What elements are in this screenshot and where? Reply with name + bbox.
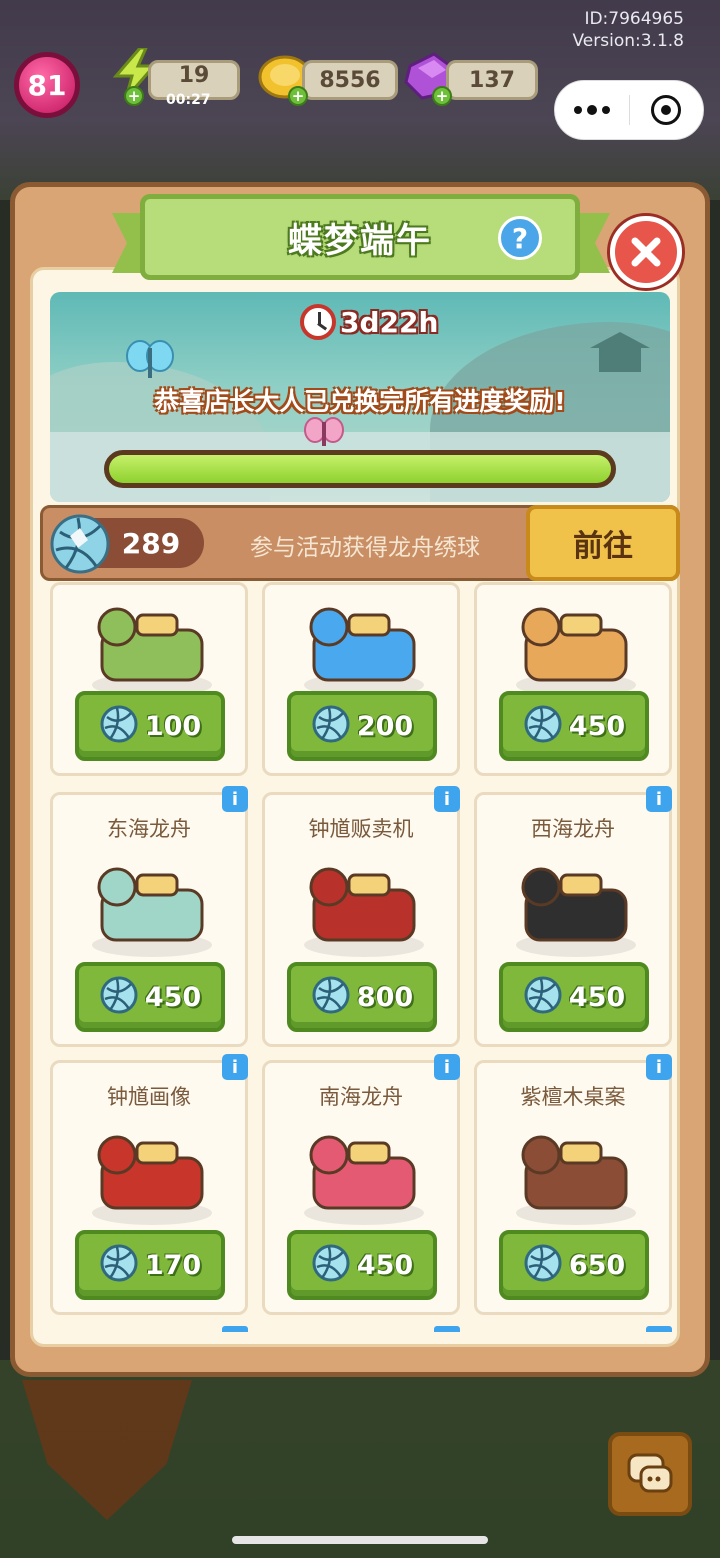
home-indicator[interactable] [232,1536,488,1544]
shop-item[interactable]: 东海龙舟 450 [50,792,248,1047]
help-question-icon: ? [511,221,529,255]
east-sea-dragon-boat-art [77,845,227,969]
shop-item[interactable]: 南海龙舟 450 [262,1060,460,1315]
goto-label: 前往 [573,529,633,564]
player-id: ID:7964965 [584,9,684,29]
embroidered-ball-icon [99,975,139,1019]
countdown-text: 3d22h [340,305,439,339]
currency-hint: 参与活动获得龙舟绣球 [250,535,480,561]
coin-value: 8556 [319,67,381,93]
buy-button[interactable]: 650 [499,1230,649,1300]
help-button[interactable]: ? [498,216,542,260]
item-name: 钟馗画像 [107,1085,191,1109]
shop-item[interactable]: 钟馗贩卖机 800 [262,792,460,1047]
item-price: 450 [144,981,202,1013]
rosewood-desk-art [501,1113,651,1237]
player-id-version: ID:7964965 Version:3.1.8 [573,8,685,52]
gem-value: 137 [469,67,515,93]
embroidered-ball-icon [50,514,110,574]
embroidered-ball-icon [523,704,563,748]
clock-icon [300,304,336,340]
item-name: 紫檀木桌案 [520,1085,626,1109]
item-price: 200 [356,710,414,742]
close-icon [631,237,661,267]
buy-button[interactable]: 200 [287,691,437,761]
embroidered-ball-icon [523,1243,563,1287]
miniprogram-capsule [554,80,704,140]
item-name: 钟馗贩卖机 [308,817,414,841]
info-icon[interactable]: i [646,786,672,812]
add-energy-icon[interactable]: + [124,86,144,106]
exit-target-icon [651,95,682,125]
shop-item[interactable]: 钟馗画像 170 [50,1060,248,1315]
buy-button[interactable]: 450 [75,962,225,1032]
chat-bubble-icon [627,1453,673,1493]
blue-butterfly-icon [126,340,174,378]
progress-bar [104,450,616,488]
embroidered-ball-icon [311,975,351,1019]
info-icon[interactable]: i [646,1054,672,1080]
congrats-message: 恭喜店长大人已兑换完所有进度奖励! [154,387,566,416]
exit-miniprogram-button[interactable] [630,81,704,139]
zhongkui-portrait-art [77,1113,227,1237]
energy-refill-timer: 00:27 [166,92,211,108]
item-price: 450 [568,710,626,742]
buy-button[interactable]: 170 [75,1230,225,1300]
south-sea-dragon-boat-art [289,1113,439,1237]
item-price: 450 [356,1249,414,1281]
item-price: 800 [356,981,414,1013]
energy-value: 19 [178,62,210,88]
level-badge[interactable]: 81 [14,52,80,118]
item-price: 100 [144,710,202,742]
west-sea-dragon-boat-art [501,845,651,969]
zhongkui-vending-machine-art [289,845,439,969]
embroidered-ball-icon [99,1243,139,1287]
goto-button[interactable]: 前往 [526,505,680,581]
shop-item[interactable]: 100 [50,582,248,776]
info-icon[interactable]: i [222,1054,248,1080]
buy-button[interactable]: 450 [499,691,649,761]
level-number: 81 [27,68,67,102]
shop-item[interactable]: 紫檀木桌案 650 [474,1060,672,1315]
add-coins-icon[interactable]: + [288,86,308,106]
embroidered-ball-icon [99,704,139,748]
shop-item[interactable]: 200 [262,582,460,776]
currency-count: 289 [121,526,181,560]
item-price: 450 [568,981,626,1013]
more-dots-icon [573,104,610,115]
item-price: 650 [568,1249,626,1281]
pink-butterfly-icon [304,417,344,446]
shop-item[interactable]: 450 [474,582,672,776]
buy-button[interactable]: 450 [287,1230,437,1300]
event-countdown: 3d22h [300,300,438,344]
info-icon[interactable]: i [222,786,248,812]
item-name: 南海龙舟 [319,1085,403,1109]
shop-item[interactable]: 西海龙舟 450 [474,792,672,1047]
more-menu-button[interactable] [555,81,629,139]
embroidered-ball-icon [311,704,351,748]
buy-button[interactable]: 800 [287,962,437,1032]
close-button[interactable] [610,216,682,288]
version-label: Version:3.1.8 [572,31,685,51]
coin-counter[interactable]: 8556 [302,60,398,100]
embroidered-ball-icon [311,1243,351,1287]
buy-button[interactable]: 100 [75,691,225,761]
chat-button[interactable] [608,1432,692,1516]
add-gems-icon[interactable]: + [432,86,452,106]
progress-fill [109,455,611,483]
item-name: 东海龙舟 [107,817,191,841]
embroidered-ball-icon [523,975,563,1019]
info-icon[interactable]: i [434,1054,460,1080]
dialog-title: 蝶梦端午 [288,220,432,261]
info-icon[interactable]: i [434,786,460,812]
item-price: 170 [144,1249,202,1281]
gem-counter[interactable]: 137 [446,60,538,100]
buy-button[interactable]: 450 [499,962,649,1032]
item-name: 西海龙舟 [531,817,615,841]
